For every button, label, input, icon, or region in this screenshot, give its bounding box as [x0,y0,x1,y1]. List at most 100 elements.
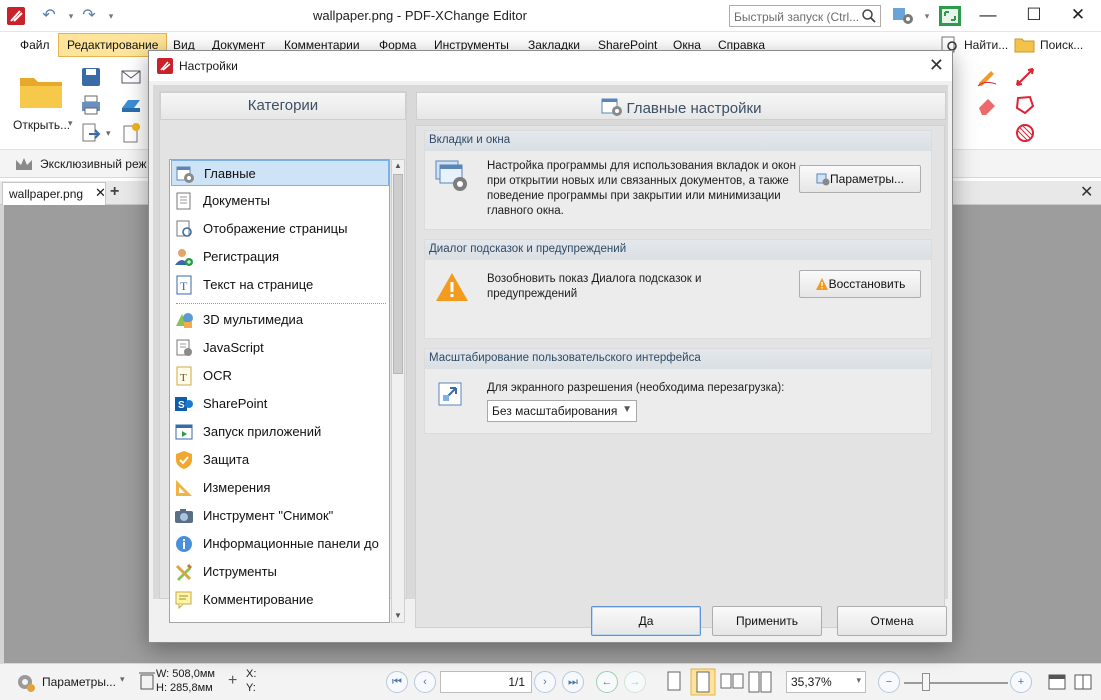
exclusive-label[interactable]: Эксклюзивный реж [40,157,147,171]
tabs-params-label: Параметры... [830,172,904,186]
page-height: H: 285,8мм [156,682,213,694]
ui-options-dropdown-icon[interactable]: ▾ [916,6,938,26]
scroll-down-icon[interactable]: ▼ [393,611,403,621]
category-label: Защита [203,452,250,467]
main-settings-icon [176,166,194,183]
page-number-input[interactable]: 1/1 [440,671,532,693]
zoom-slider[interactable] [904,682,1008,684]
cancel-button[interactable]: Отмена [837,606,947,636]
fullscreen-view-icon[interactable] [1048,674,1066,690]
category-measurements[interactable]: Измерения [171,475,389,501]
svg-text:S: S [178,400,185,411]
cursor-y: Y: [246,682,256,694]
continuous-page-icon[interactable] [690,668,716,696]
category-label: Измерения [203,480,271,495]
line-measure-icon[interactable] [1014,66,1036,88]
scroll-thumb[interactable] [393,174,403,374]
single-page-icon[interactable] [664,670,684,694]
two-pages-icon[interactable] [720,670,744,694]
minimize-button[interactable]: — [968,0,1008,32]
restore-button[interactable]: Восстановить [799,270,921,298]
categories-list[interactable]: Главные Документы Отображение страницы Р… [169,159,390,623]
split-view-icon[interactable] [1074,674,1092,690]
close-tab-icon[interactable]: ✕ [95,185,106,201]
dialog-close-icon[interactable]: ✕ [929,55,944,76]
menu-file[interactable]: Файл [20,38,50,52]
scaling-select[interactable]: Без масштабирования ▼ [487,400,637,422]
measurements-icon [176,480,192,496]
zoom-out-icon[interactable]: − [878,671,900,693]
category-ocr[interactable]: T OCR [171,363,389,389]
category-3d[interactable]: 3D мультимедиа [171,307,389,333]
category-label: OCR [203,368,232,383]
category-page-display[interactable]: Отображение страницы [171,216,389,242]
save-icon[interactable] [80,66,102,88]
gear-icon[interactable] [14,671,36,693]
prev-page-icon[interactable]: ‹ [414,671,436,693]
zoom-slider-thumb[interactable] [922,673,930,691]
category-page-text[interactable]: T Текст на странице [171,272,389,298]
polygon-icon[interactable] [1014,94,1036,116]
category-tools[interactable]: Иструменты [171,559,389,585]
pencil-icon[interactable] [976,66,998,88]
categories-scrollbar[interactable]: ▲ ▼ [391,159,405,623]
params-label[interactable]: Параметры... [42,675,116,689]
apply-button[interactable]: Применить [712,606,822,636]
zoom-value: 35,37% [791,675,832,689]
search-button[interactable]: Поиск... [1040,38,1083,52]
export-dropdown-icon[interactable]: ▾ [106,128,111,139]
new-document-icon[interactable] [120,122,142,144]
category-registration[interactable]: Регистрация [171,244,389,270]
documents-icon [176,192,191,210]
close-all-icon[interactable]: ✕ [1080,182,1093,202]
category-app-launch[interactable]: Запуск приложений [171,419,389,445]
category-snapshot[interactable]: Инструмент "Снимок" [171,503,389,529]
eraser-icon[interactable] [976,94,998,116]
export-icon[interactable] [80,122,102,144]
search-icon[interactable] [861,8,877,24]
open-dropdown-icon[interactable]: ▾ [68,118,73,129]
ui-options-icon[interactable] [892,6,916,26]
forward-icon[interactable]: → [624,671,646,693]
category-label: Главные [204,166,256,181]
category-label: Документы [203,193,271,208]
category-documents[interactable]: Документы [171,188,389,214]
category-main[interactable]: Главные [171,160,389,186]
scan-icon[interactable] [120,94,142,116]
maximize-button[interactable]: ☐ [1014,0,1054,32]
zoom-in-icon[interactable]: + [1010,671,1032,693]
category-info-panels[interactable]: Информационные панели до [171,531,389,557]
cursor-x: X: [246,668,257,680]
find-button[interactable]: Найти... [964,38,1008,52]
new-tab-icon[interactable]: + [110,183,126,203]
category-label: Комментирование [203,592,314,607]
last-page-icon[interactable]: ⏭ [562,671,584,693]
dialog-app-icon [157,58,173,74]
open-folder-icon[interactable] [18,70,64,110]
open-label[interactable]: Открыть... [13,118,70,132]
category-security[interactable]: Защита [171,447,389,473]
quick-launch-input[interactable]: Быстрый запуск (Ctrl... [729,5,881,27]
close-button[interactable]: ✕ [1058,0,1098,32]
ok-button[interactable]: Да [591,606,701,636]
settings-pane: Главные настройки Вкладки и окна Настрой… [415,92,946,628]
tabs-params-button[interactable]: Параметры... [799,165,921,193]
params-dropdown-icon[interactable]: ▾ [120,674,125,685]
print-icon[interactable] [80,94,102,116]
category-sharepoint[interactable]: S SharePoint [171,391,389,417]
next-page-icon[interactable]: › [534,671,556,693]
category-label: SharePoint [203,396,268,411]
two-pages-continuous-icon[interactable] [748,670,772,694]
category-javascript[interactable]: JavaScript [171,335,389,361]
document-tab[interactable]: wallpaper.png ✕ [2,182,106,205]
scroll-up-icon[interactable]: ▲ [393,161,403,171]
email-icon[interactable] [120,66,142,88]
scaling-icon [438,382,462,406]
zoom-select[interactable]: 35,37% ▾ [786,671,866,693]
back-icon[interactable]: ← [596,671,618,693]
category-commenting[interactable]: Комментирование [171,587,389,613]
area-icon[interactable] [1014,122,1036,144]
fullscreen-icon[interactable] [938,5,962,27]
first-page-icon[interactable]: ⏮ [386,671,408,693]
scaling-value: Без масштабирования [492,404,618,418]
